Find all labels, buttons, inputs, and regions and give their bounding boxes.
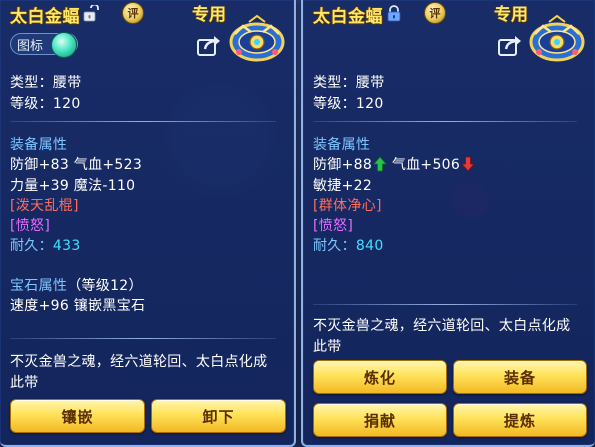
- item-title-row: 太白金蝠: [10, 3, 100, 27]
- belt-item-icon: [529, 12, 585, 68]
- belt-item-icon: [229, 12, 285, 68]
- gem-level: （等级12）: [67, 278, 143, 294]
- durability: 耐久：433: [10, 235, 81, 255]
- item-type: 类型：腰带: [10, 75, 82, 91]
- gem-attributes: 宝石属性（等级12）: [10, 275, 143, 295]
- share-icon[interactable]: [196, 34, 222, 58]
- appraise-badge-icon[interactable]: 评: [122, 2, 144, 24]
- inlay-button[interactable]: 镶嵌: [10, 399, 145, 433]
- gem-attribute-line: 速度+96 镶嵌黑宝石: [10, 298, 146, 314]
- attribute-line: 防御+83 气血+523: [10, 157, 143, 173]
- item-level: 等级：120: [313, 96, 384, 112]
- durability-label: 耐久：: [10, 238, 53, 254]
- divider: [313, 304, 577, 305]
- divider: [313, 121, 577, 122]
- special-effect: [愤怒]: [10, 218, 51, 234]
- equipped-item-tooltip: 太白金蝠 评 专用 图标 类型：腰带 等级：120 装备属性 防御+83 气血+…: [0, 0, 296, 447]
- item-name: 太白金蝠: [10, 6, 80, 27]
- durability: 耐久：840: [313, 235, 384, 255]
- defense-value: 防御+88: [313, 157, 373, 173]
- special-skill: [群体净心]: [313, 198, 382, 214]
- donate-button[interactable]: 捐献: [313, 403, 447, 437]
- divider: [10, 338, 276, 339]
- toggle-knob[interactable]: [51, 32, 77, 58]
- item-description: 不灭金兽之魂，经六道轮回、太白点化成此带: [10, 354, 268, 391]
- attribute-line: 力量+39 魔法-110: [10, 178, 136, 194]
- arrow-up-icon: [373, 156, 387, 172]
- item-level: 等级：120: [10, 96, 81, 112]
- item-description: 不灭金兽之魂，经六道轮回、太白点化成此带: [313, 318, 571, 355]
- equip-button[interactable]: 装备: [453, 360, 587, 394]
- durability-label: 耐久：: [313, 238, 356, 254]
- arrow-down-icon: [461, 156, 475, 172]
- equipment-attributes-title: 装备属性: [10, 137, 68, 153]
- refine-button[interactable]: 炼化: [313, 360, 447, 394]
- bag-item-tooltip: 太白金蝠 评 专用 类型：腰带 等级：120 装备属性 防御+88 气血+506…: [301, 0, 595, 447]
- attribute-line: 防御+88 气血+506: [313, 154, 475, 174]
- icon-toggle[interactable]: 图标: [10, 32, 78, 58]
- item-title-row: 太白金蝠: [313, 3, 403, 27]
- extract-button[interactable]: 提炼: [453, 403, 587, 437]
- share-icon[interactable]: [497, 34, 523, 58]
- special-effect: [愤怒]: [313, 218, 354, 234]
- appraise-badge-icon[interactable]: 评: [424, 2, 446, 24]
- locked-padlock-icon[interactable]: [385, 5, 403, 23]
- hp-value: 气血+506: [391, 157, 461, 173]
- durability-value: 840: [355, 238, 384, 254]
- exclusive-label: 专用: [494, 5, 528, 25]
- divider: [10, 121, 276, 122]
- item-type: 类型：腰带: [313, 75, 385, 91]
- item-name: 太白金蝠: [313, 6, 383, 27]
- special-skill: [泼天乱棍]: [10, 198, 79, 214]
- unequip-button[interactable]: 卸下: [151, 399, 286, 433]
- durability-value: 433: [52, 238, 81, 254]
- gem-attributes-title: 宝石属性: [10, 278, 68, 294]
- exclusive-label: 专用: [192, 5, 226, 25]
- attribute-line: 敏捷+22: [313, 178, 373, 194]
- equipment-attributes-title: 装备属性: [313, 137, 371, 153]
- unlocked-padlock-icon[interactable]: [82, 3, 100, 23]
- icon-toggle-label: 图标: [17, 38, 44, 54]
